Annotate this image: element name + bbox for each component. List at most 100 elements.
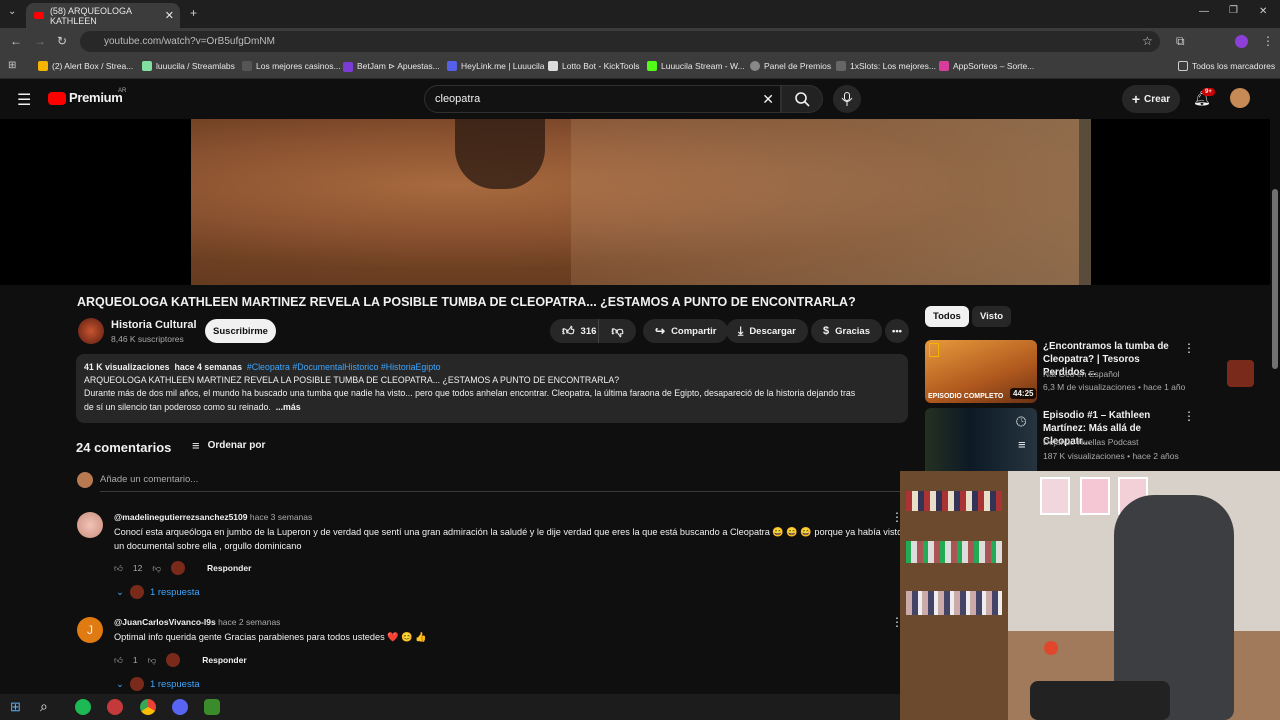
- like-button[interactable]: 👍︎ 316: [550, 319, 598, 343]
- video-duration: 44:25: [1010, 388, 1037, 399]
- view-replies-button[interactable]: ⌄ 1 respuesta: [116, 585, 200, 599]
- description-box[interactable]: 41 K visualizaciones hace 4 semanas #Cle…: [76, 354, 908, 423]
- hashtags[interactable]: #Cleopatra #DocumentalHistorico #Histori…: [247, 362, 441, 372]
- comment-actions: 👍︎ 1 👎︎ Responder: [114, 653, 247, 667]
- clear-search-icon[interactable]: ✕: [762, 91, 774, 108]
- rec-menu-icon[interactable]: ⋮: [1183, 409, 1195, 423]
- thumbs-down-icon[interactable]: 👎︎: [152, 563, 161, 574]
- thanks-button[interactable]: $ Gracias: [811, 319, 882, 343]
- channel-watermark[interactable]: [1227, 360, 1254, 387]
- show-more-link[interactable]: ...más: [276, 402, 301, 412]
- url-field[interactable]: youtube.com/watch?v=OrB5ufgDmNM: [80, 31, 1160, 52]
- profile-avatar[interactable]: [1235, 35, 1248, 48]
- share-icon: ↪: [655, 324, 666, 338]
- scrollbar-thumb[interactable]: [1272, 189, 1278, 369]
- watch-later-icon[interactable]: 🕒︎: [1016, 414, 1026, 430]
- plus-icon: +: [1131, 91, 1141, 107]
- chevron-down-icon: ⌄: [116, 678, 124, 690]
- more-actions-button[interactable]: •••: [885, 319, 909, 343]
- description-line: de sí un silencio tan poderoso como su r…: [84, 401, 301, 412]
- add-to-queue-icon[interactable]: ≡: [1018, 437, 1026, 452]
- share-button[interactable]: ↪ Compartir: [643, 319, 729, 343]
- comment-like-count: 12: [132, 563, 143, 573]
- rec-meta: 6,3 M de visualizaciones • hace 1 año: [1043, 382, 1186, 392]
- rec-menu-icon[interactable]: ⋮: [1183, 341, 1195, 355]
- minecraft-icon[interactable]: [204, 699, 220, 715]
- premium-logo-text[interactable]: Premium: [69, 90, 123, 105]
- view-replies-button[interactable]: ⌄ 1 respuesta: [116, 677, 200, 691]
- spotify-icon[interactable]: [75, 699, 91, 715]
- minimize-icon[interactable]: —: [1199, 6, 1209, 17]
- app-icon[interactable]: [107, 699, 123, 715]
- bookmark-item[interactable]: luuucila / Streamlabs: [142, 61, 235, 71]
- channel-avatar[interactable]: [78, 318, 104, 344]
- search-input[interactable]: cleopatra ✕: [424, 85, 781, 113]
- download-button[interactable]: ⤓ Descargar: [726, 319, 808, 343]
- creator-heart-avatar: [171, 561, 185, 575]
- hamburger-menu-icon[interactable]: ☰: [17, 90, 31, 110]
- discord-icon[interactable]: [172, 699, 188, 715]
- chrome-menu-icon[interactable]: ⋮: [1262, 34, 1274, 48]
- region-code: AR: [118, 88, 127, 94]
- bookmark-star-icon[interactable]: ☆: [1142, 34, 1153, 48]
- browser-tab[interactable]: (58) ARQUEOLOGA KATHLEEN ✕: [26, 3, 180, 28]
- video-player[interactable]: [0, 119, 1270, 387]
- rec-channel[interactable]: Dejando Huellas Podcast: [1043, 437, 1138, 447]
- thumbs-up-icon[interactable]: 👍︎: [114, 563, 123, 574]
- comments-count: 24 comentarios: [76, 440, 172, 455]
- search-button[interactable]: [781, 85, 823, 113]
- youtube-logo-icon[interactable]: [48, 92, 66, 105]
- thumbs-up-icon[interactable]: 👍︎: [114, 655, 123, 666]
- voice-search-button[interactable]: [833, 85, 861, 113]
- channel-name[interactable]: Historia Cultural: [111, 319, 197, 331]
- comment-author[interactable]: @madelinegutierrezsanchez5109 hace 3 sem…: [114, 512, 312, 522]
- reply-button[interactable]: Responder: [207, 563, 251, 573]
- account-avatar[interactable]: [1230, 88, 1250, 108]
- bookmark-item[interactable]: BetJam ⊳ Apuestas...: [343, 61, 440, 72]
- back-icon[interactable]: ←: [10, 34, 22, 48]
- bookmark-item[interactable]: AppSorteos – Sorte...: [939, 61, 1034, 71]
- commenter-avatar[interactable]: J: [77, 617, 103, 643]
- dislike-button[interactable]: 👎︎: [598, 319, 636, 343]
- reply-button[interactable]: Responder: [202, 655, 246, 665]
- create-button[interactable]: + Crear: [1122, 85, 1180, 113]
- bookmark-item[interactable]: Luuucila Stream - W...: [647, 61, 745, 71]
- extensions-icon[interactable]: ⧉: [1176, 34, 1185, 49]
- bookmark-item[interactable]: 1xSlots: Los mejores...: [836, 61, 936, 71]
- rec-channel[interactable]: Nat Geo en Español: [1043, 369, 1120, 379]
- chip-visto[interactable]: Visto: [972, 306, 1012, 327]
- webcam-overlay: [900, 471, 1280, 720]
- tab-search-icon[interactable]: ⌄: [8, 6, 16, 17]
- apps-icon[interactable]: ⊞: [8, 60, 16, 71]
- search-icon[interactable]: ⌕: [40, 698, 48, 715]
- close-tab-icon[interactable]: ✕: [165, 9, 174, 22]
- comment-text: Optimal info querida gente Gracias parab…: [114, 632, 427, 642]
- decor-object: [1044, 641, 1058, 655]
- bookmark-item[interactable]: (2) Alert Box / Strea...: [38, 61, 133, 71]
- reload-icon[interactable]: ↻: [57, 34, 67, 48]
- bookmark-item[interactable]: Los mejores casinos...: [242, 61, 341, 71]
- wall-art: [1080, 477, 1110, 515]
- bookmark-item[interactable]: Panel de Premios: [750, 61, 831, 71]
- comment-actions: 👍︎ 12 👎︎ Responder: [114, 561, 251, 575]
- all-bookmarks-folder[interactable]: Todos los marcadores: [1178, 61, 1275, 71]
- commenter-avatar[interactable]: [77, 512, 103, 538]
- subscribe-button[interactable]: Suscribirme: [205, 319, 276, 343]
- close-window-icon[interactable]: ✕: [1259, 6, 1267, 17]
- bookmark-item[interactable]: Lotto Bot - KickTools: [548, 61, 639, 71]
- windows-start-icon[interactable]: ⊞: [10, 699, 21, 715]
- video-frame[interactable]: [191, 119, 1091, 285]
- chrome-icon[interactable]: [140, 699, 156, 715]
- add-comment-input[interactable]: Añade un comentario...: [100, 474, 900, 492]
- comment-author[interactable]: @JuanCarlosVivanco-l9s hace 2 semanas: [114, 617, 280, 627]
- comment-age: hace 3 semanas: [249, 512, 313, 522]
- chip-todos[interactable]: Todos: [925, 306, 969, 327]
- page-scrollbar[interactable]: [1270, 119, 1280, 471]
- youtube-header: ☰ Premium AR cleopatra ✕ + Crear 🔔︎ 9+: [0, 79, 1280, 119]
- bookmark-item[interactable]: HeyLink.me | Luuucila: [447, 61, 544, 71]
- forward-icon[interactable]: →: [34, 34, 46, 48]
- thumbs-down-icon[interactable]: 👎︎: [148, 655, 157, 666]
- restore-icon[interactable]: ❐: [1229, 5, 1238, 16]
- new-tab-icon[interactable]: +: [190, 6, 197, 20]
- sort-comments-button[interactable]: ≡ Ordenar por: [192, 438, 265, 453]
